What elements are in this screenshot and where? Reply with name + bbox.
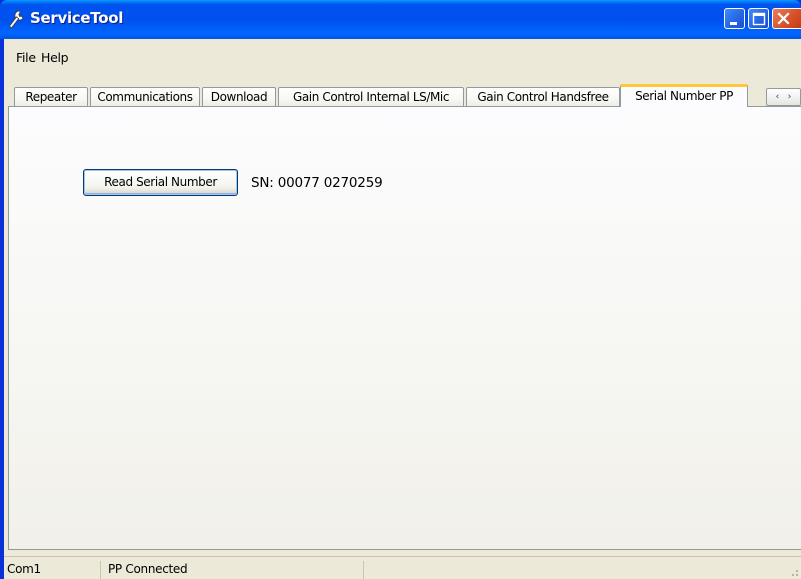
window-title: ServiceTool bbox=[30, 9, 124, 27]
serial-number-panel: Read Serial Number SN: 00077 0270259 bbox=[8, 106, 801, 550]
wrench-icon bbox=[7, 8, 27, 30]
tab-scroll-buttons[interactable]: ‹ › bbox=[766, 88, 801, 106]
menu-file[interactable]: File bbox=[16, 50, 36, 65]
read-serial-number-button[interactable]: Read Serial Number bbox=[83, 169, 238, 196]
menu-help[interactable]: Help bbox=[41, 50, 69, 65]
tab-serial-number-pp[interactable]: Serial Number PP bbox=[620, 84, 748, 107]
tab-gain-control-internal[interactable]: Gain Control Internal LS/Mic bbox=[278, 87, 464, 107]
tab-repeater[interactable]: Repeater bbox=[14, 87, 88, 107]
tab-gain-control-handsfree[interactable]: Gain Control Handsfree bbox=[466, 87, 620, 107]
menu-bar: File Help bbox=[4, 48, 801, 68]
app-window: ServiceTool File Help Repeater Communica… bbox=[0, 0, 801, 579]
title-bar[interactable]: ServiceTool bbox=[0, 0, 801, 39]
chevron-right-icon[interactable]: › bbox=[788, 92, 792, 102]
minimize-icon bbox=[730, 22, 737, 25]
minimize-button[interactable] bbox=[724, 8, 745, 29]
tab-download[interactable]: Download bbox=[202, 87, 276, 107]
maximize-button[interactable] bbox=[748, 8, 769, 29]
tab-strip: Repeater Communications Download Gain Co… bbox=[4, 84, 801, 107]
close-icon bbox=[777, 12, 790, 25]
status-port: Com1 bbox=[7, 561, 101, 579]
tab-communications[interactable]: Communications bbox=[90, 87, 200, 107]
status-extra bbox=[370, 561, 780, 579]
close-button[interactable] bbox=[772, 8, 801, 29]
resize-grip-icon[interactable] bbox=[787, 565, 799, 577]
maximize-icon bbox=[752, 12, 766, 26]
status-connection: PP Connected bbox=[108, 561, 364, 579]
client-area: File Help Repeater Communications Downlo… bbox=[4, 39, 801, 579]
status-bar: Com1 PP Connected bbox=[4, 556, 801, 579]
serial-number-readout: SN: 00077 0270259 bbox=[251, 175, 383, 191]
chevron-left-icon[interactable]: ‹ bbox=[776, 92, 780, 102]
